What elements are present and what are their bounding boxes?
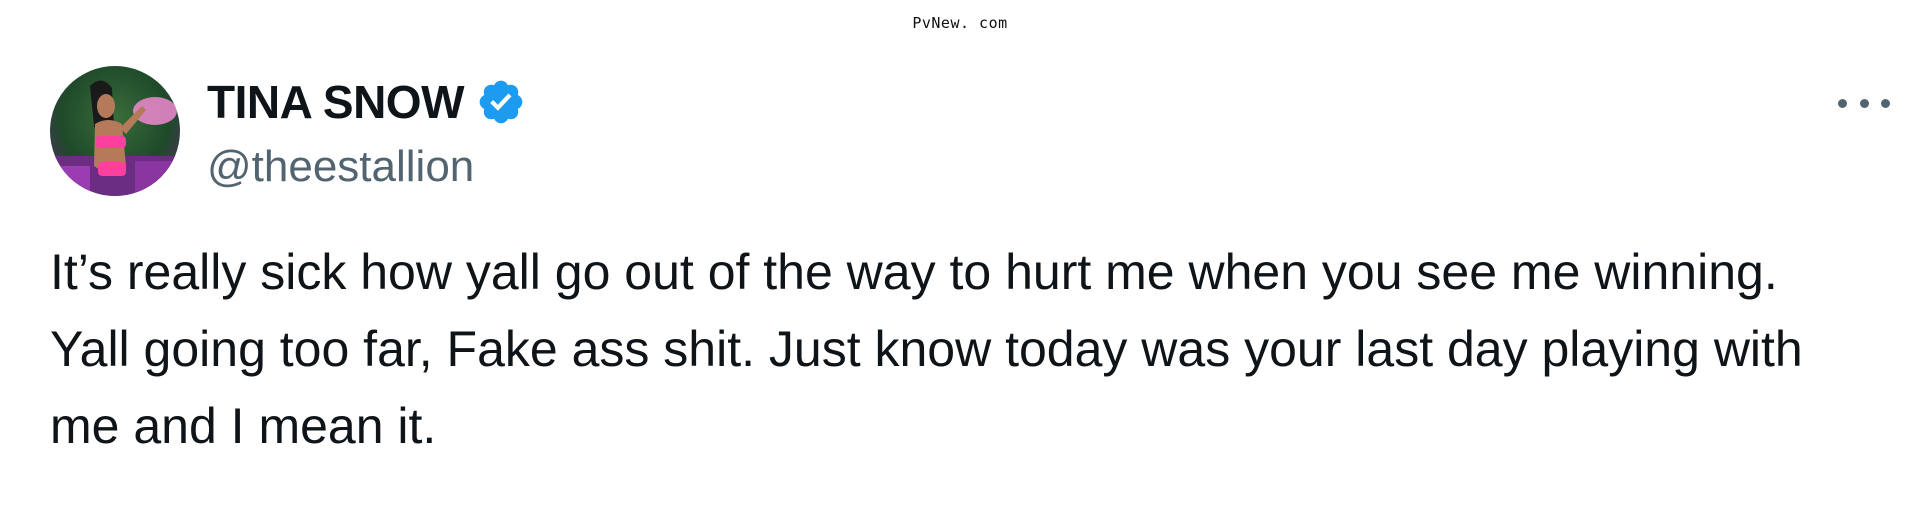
watermark: PvNew. com — [912, 14, 1008, 32]
tweet-card: TINA SNOW @theestallion It’s really sick… — [50, 66, 1890, 465]
more-dot — [1838, 98, 1847, 108]
user-identity: TINA SNOW @theestallion — [207, 66, 526, 192]
more-options-icon[interactable] — [1838, 88, 1890, 118]
avatar-image — [50, 66, 180, 196]
more-dot — [1859, 98, 1869, 108]
avatar[interactable] — [50, 66, 180, 196]
user-handle[interactable]: @theestallion — [207, 142, 526, 192]
tweet-header: TINA SNOW @theestallion — [50, 66, 1890, 196]
display-name[interactable]: TINA SNOW — [207, 75, 465, 129]
tweet-text: It’s really sick how yall go out of the … — [50, 244, 1803, 454]
verified-badge-icon[interactable] — [476, 77, 526, 127]
more-dot — [1881, 98, 1890, 108]
name-row: TINA SNOW — [207, 72, 526, 132]
